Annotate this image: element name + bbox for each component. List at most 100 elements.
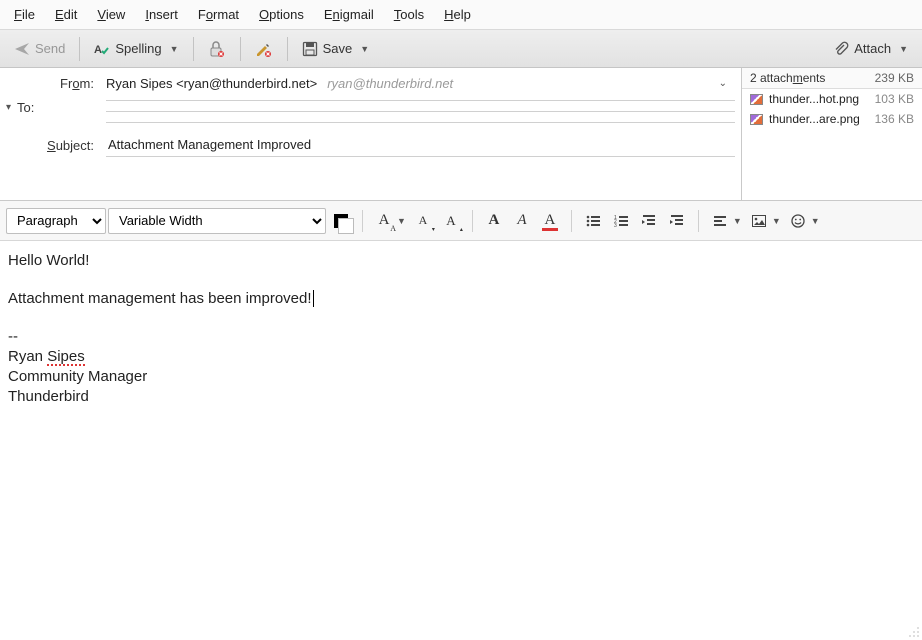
signature-role: Community Manager (8, 367, 914, 387)
signature-name: Ryan Sipes (8, 347, 914, 367)
send-button[interactable]: Send (6, 37, 73, 61)
font-size-larger-button[interactable]: A▴ (438, 208, 464, 234)
menu-file[interactable]: File (4, 3, 45, 26)
attachment-item[interactable]: thunder...are.png 136 KB (742, 109, 922, 129)
separator (571, 210, 572, 232)
menu-bar: File Edit View Insert Format Options Eni… (0, 0, 922, 30)
attachment-size: 103 KB (875, 92, 914, 106)
italic-button[interactable]: A (509, 208, 535, 234)
to-field-extra[interactable] (106, 122, 735, 123)
separator (472, 210, 473, 232)
font-size-smaller-button[interactable]: A▾ (410, 208, 436, 234)
separator (698, 210, 699, 232)
outdent-button[interactable] (636, 208, 662, 234)
spellcheck-icon: A (94, 41, 110, 57)
attachment-item[interactable]: thunder...hot.png 103 KB (742, 89, 922, 109)
numbered-list-button[interactable]: 123 (608, 208, 634, 234)
to-field[interactable] (106, 100, 735, 101)
to-row: ▾To: (0, 96, 741, 125)
separator (240, 37, 241, 61)
separator (287, 37, 288, 61)
format-toolbar: Paragraph Variable Width AA▼ A▾ A▴ A A A… (0, 201, 922, 241)
attachment-name: thunder...hot.png (769, 92, 859, 106)
image-icon (750, 94, 763, 105)
body-line: Attachment management has been improved! (8, 289, 914, 309)
indent-icon (669, 213, 685, 229)
underline-button[interactable]: A (537, 208, 563, 234)
separator (362, 210, 363, 232)
spelling-label: Spelling (115, 41, 161, 56)
insert-image-button[interactable] (746, 208, 772, 234)
pencil-icon (255, 40, 273, 58)
compose-header: From: Ryan Sipes <ryan@thunderbird.net> … (0, 68, 922, 201)
security-lock-button[interactable] (200, 36, 234, 62)
attachment-size: 136 KB (875, 112, 914, 126)
attachments-total-size: 239 KB (875, 71, 914, 85)
from-dropdown-icon[interactable]: ⌄ (719, 78, 735, 89)
chevron-down-icon[interactable]: ▼ (811, 216, 820, 226)
font-family-select[interactable]: Variable Width (108, 208, 326, 234)
bullet-list-icon (585, 213, 601, 229)
text-color-button[interactable] (328, 208, 354, 234)
attachments-panel: 2 attachments 239 KB thunder...hot.png 1… (742, 68, 922, 200)
chevron-down-icon[interactable]: ▼ (397, 216, 406, 226)
svg-text:3: 3 (614, 223, 617, 229)
bold-button[interactable]: A (481, 208, 507, 234)
separator (79, 37, 80, 61)
text-cursor (313, 290, 314, 307)
chevron-down-icon[interactable]: ▼ (772, 216, 781, 226)
to-field-extra[interactable] (106, 111, 735, 112)
menu-help[interactable]: Help (434, 3, 481, 26)
save-icon (302, 41, 318, 57)
separator (193, 37, 194, 61)
outdent-icon (641, 213, 657, 229)
resize-grip-icon[interactable] (906, 624, 920, 638)
menu-options[interactable]: Options (249, 3, 314, 26)
insert-emoji-button[interactable] (785, 208, 811, 234)
from-label: From: (6, 76, 106, 91)
menu-tools[interactable]: Tools (384, 3, 434, 26)
bullet-list-button[interactable] (580, 208, 606, 234)
message-body[interactable]: Hello World! Attachment management has b… (0, 241, 922, 640)
body-line: Hello World! (8, 251, 914, 271)
spell-error: Sipes (47, 349, 85, 366)
indent-button[interactable] (664, 208, 690, 234)
menu-enigmail[interactable]: Enigmail (314, 3, 384, 26)
signing-button[interactable] (247, 36, 281, 62)
align-icon (712, 213, 728, 229)
send-label: Send (35, 41, 65, 56)
image-icon (750, 114, 763, 125)
color-swatch-icon (334, 214, 348, 228)
signature-org: Thunderbird (8, 387, 914, 407)
save-label: Save (323, 41, 353, 56)
menu-view[interactable]: View (87, 3, 135, 26)
attach-button[interactable]: Attach ▼ (825, 37, 916, 61)
subject-field[interactable]: Attachment Management Improved (106, 133, 735, 157)
chevron-down-icon[interactable]: ▼ (899, 44, 908, 54)
header-fields: From: Ryan Sipes <ryan@thunderbird.net> … (0, 68, 742, 200)
spelling-button[interactable]: A Spelling ▼ (86, 37, 186, 61)
numbered-list-icon: 123 (613, 213, 629, 229)
menu-format[interactable]: Format (188, 3, 249, 26)
save-button[interactable]: Save ▼ (294, 37, 378, 61)
chevron-down-icon[interactable]: ▼ (733, 216, 742, 226)
from-row: From: Ryan Sipes <ryan@thunderbird.net> … (0, 70, 741, 96)
main-toolbar: Send A Spelling ▼ Save ▼ Attach ▼ (0, 30, 922, 68)
from-identity-picker[interactable]: Ryan Sipes <ryan@thunderbird.net> ryan@t… (106, 76, 719, 91)
menu-edit[interactable]: Edit (45, 3, 87, 26)
attach-label: Attach (854, 41, 891, 56)
menu-insert[interactable]: Insert (135, 3, 188, 26)
chevron-down-icon[interactable]: ▼ (170, 44, 179, 54)
subject-label: Subject: (6, 138, 106, 153)
recipient-type-dropdown[interactable]: ▾To: (6, 100, 94, 115)
attachments-header[interactable]: 2 attachments 239 KB (742, 68, 922, 88)
paperclip-icon (833, 41, 849, 57)
attachments-list: thunder...hot.png 103 KB thunder...are.p… (742, 88, 922, 200)
font-size-button[interactable]: AA (371, 208, 397, 234)
attachment-name: thunder...are.png (769, 112, 860, 126)
lock-icon (208, 40, 226, 58)
paragraph-style-select[interactable]: Paragraph (6, 208, 106, 234)
chevron-down-icon[interactable]: ▼ (360, 44, 369, 54)
to-label: ▾To: (6, 100, 106, 115)
align-button[interactable] (707, 208, 733, 234)
